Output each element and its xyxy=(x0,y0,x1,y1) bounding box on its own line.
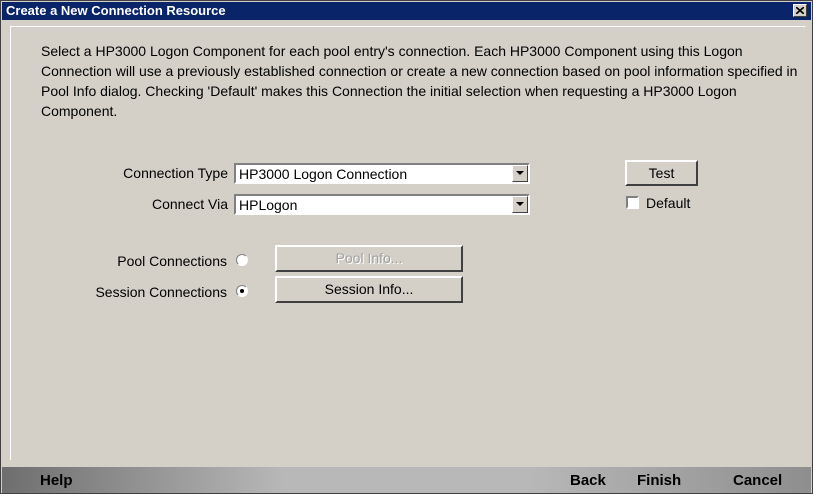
connect-via-value: HPLogon xyxy=(239,197,298,213)
close-icon xyxy=(796,7,804,14)
pool-info-button[interactable]: Pool Info... xyxy=(275,245,463,272)
description-text: Select a HP3000 Logon Component for each… xyxy=(41,43,798,119)
help-button[interactable]: Help xyxy=(40,472,73,489)
connection-type-value: HP3000 Logon Connection xyxy=(239,166,408,182)
session-connections-radio[interactable] xyxy=(236,285,248,297)
connect-via-dropdown-arrow[interactable] xyxy=(512,196,528,213)
default-checkbox[interactable] xyxy=(626,196,639,209)
connect-via-select[interactable]: HPLogon xyxy=(234,194,530,215)
connect-via-label: Connect Via xyxy=(151,196,228,212)
connection-type-select[interactable]: HP3000 Logon Connection xyxy=(234,163,530,184)
radio-selected-dot xyxy=(240,289,244,293)
session-connections-label: Session Connections xyxy=(95,284,227,300)
back-button[interactable]: Back xyxy=(570,472,606,489)
connection-type-dropdown-arrow[interactable] xyxy=(512,165,528,182)
connection-type-label: Connection Type xyxy=(123,165,228,181)
default-label: Default xyxy=(646,195,691,211)
close-button[interactable] xyxy=(793,4,807,17)
finish-button[interactable]: Finish xyxy=(637,472,681,489)
cancel-button[interactable]: Cancel xyxy=(733,472,782,489)
title-bar: Create a New Connection Resource xyxy=(2,2,811,20)
pool-connections-radio[interactable] xyxy=(236,254,248,266)
window-title: Create a New Connection Resource xyxy=(6,3,226,18)
test-button[interactable]: Test xyxy=(625,160,698,186)
chevron-down-icon xyxy=(516,171,524,175)
chevron-down-icon xyxy=(516,202,524,206)
session-info-button[interactable]: Session Info... xyxy=(275,276,463,303)
navigation-bar: Help Back Finish Cancel xyxy=(2,467,811,493)
dialog-window: Create a New Connection Resource Select … xyxy=(0,0,813,494)
pool-connections-label: Pool Connections xyxy=(117,253,227,269)
